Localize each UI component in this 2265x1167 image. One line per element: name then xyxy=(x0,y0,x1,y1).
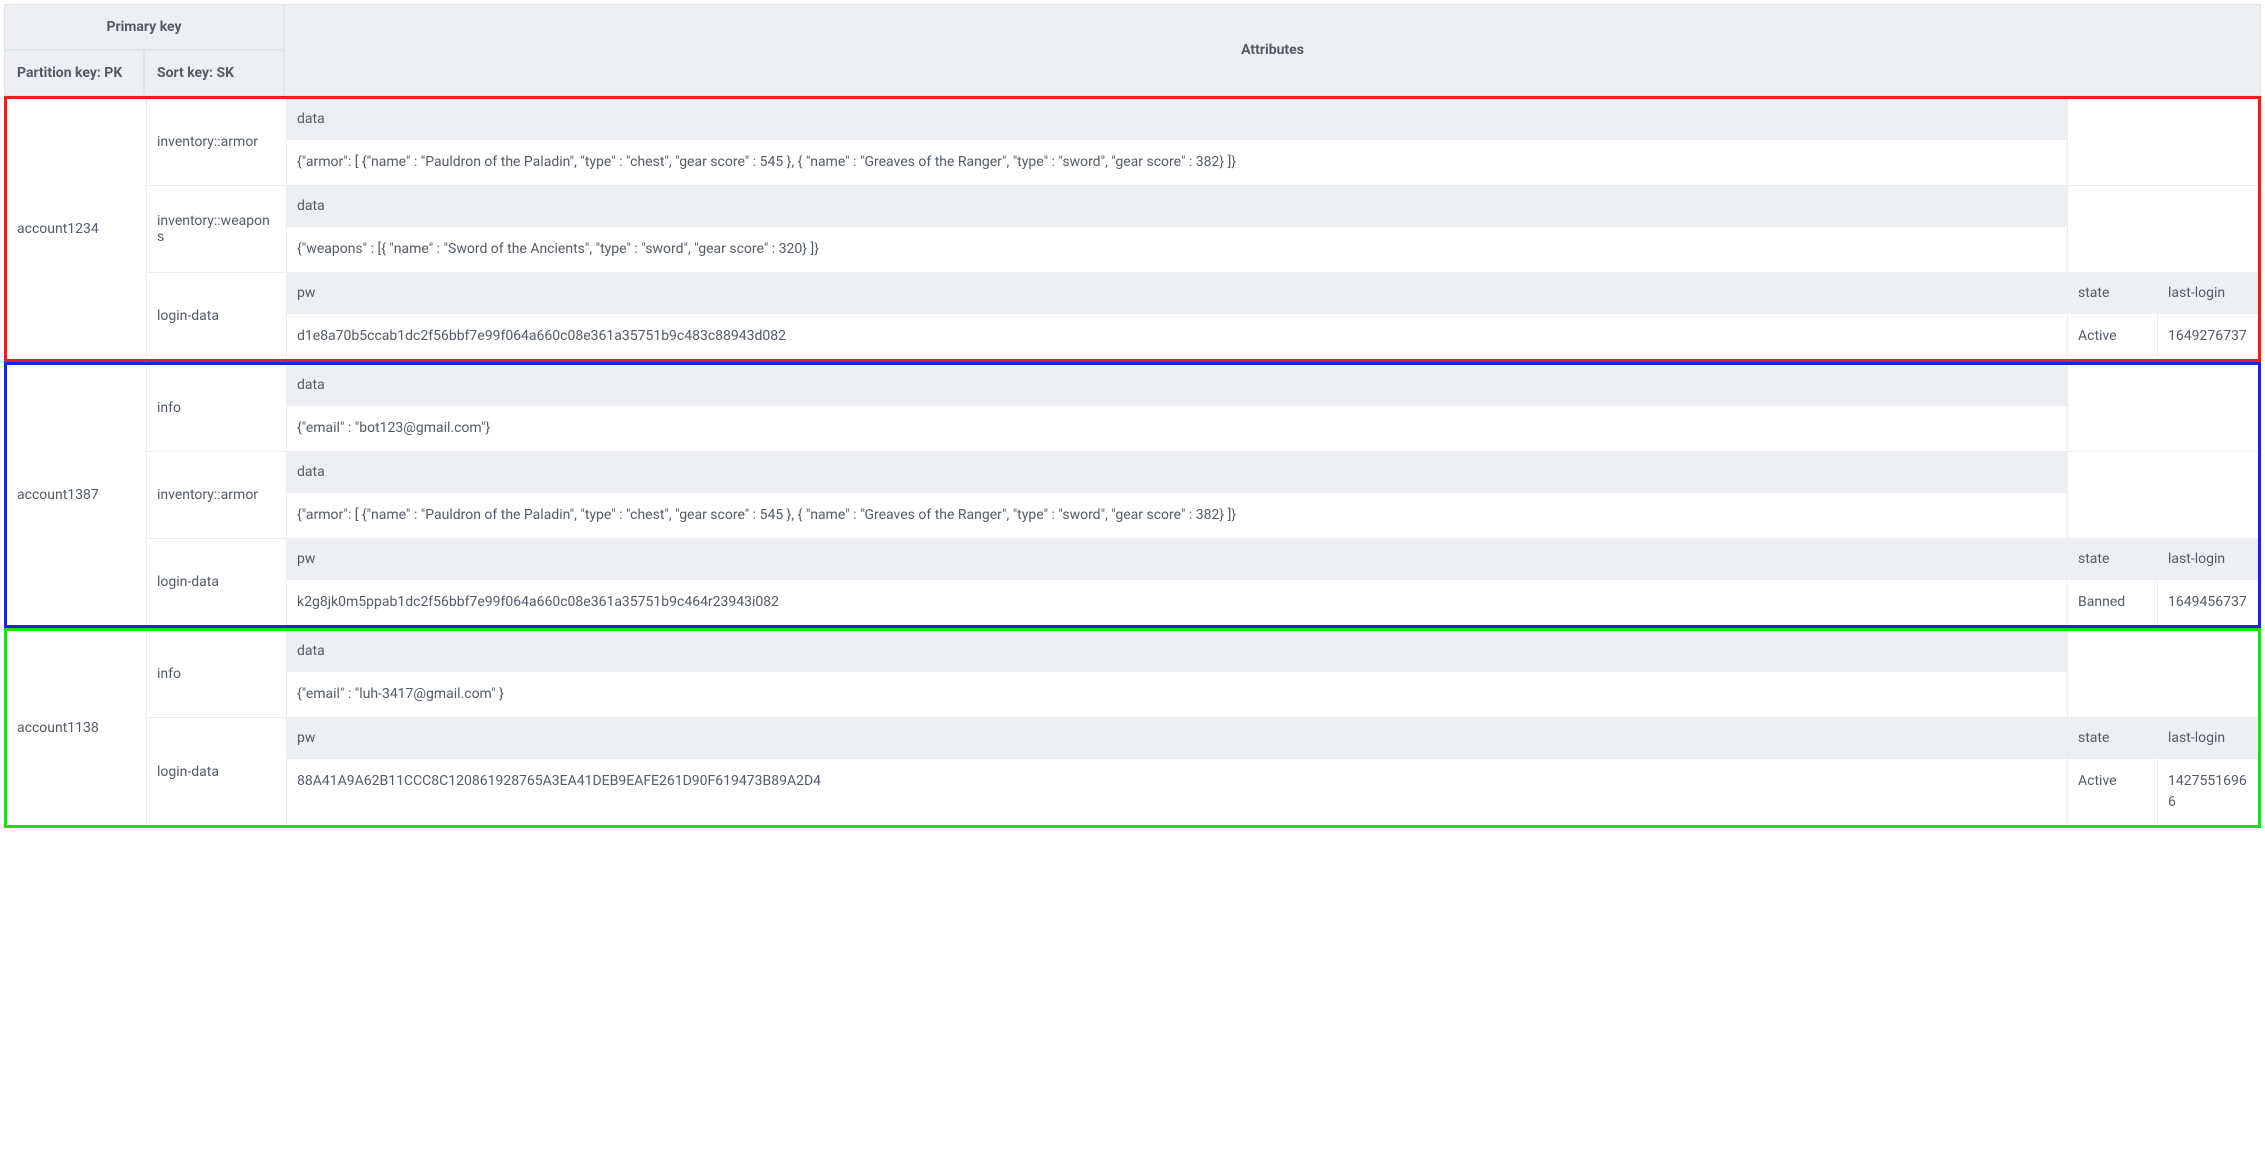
attributes-wrapper: data{"armor": [ {"name" : "Pauldron of t… xyxy=(287,99,2258,185)
attributes-wrapper: pwk2g8jk0m5ppab1dc2f56bbf7e99f064a660c08… xyxy=(287,539,2258,625)
rows-container: inventory::armordata{"armor": [ {"name" … xyxy=(147,99,2258,359)
attribute-value: {"armor": [ {"name" : "Pauldron of the P… xyxy=(287,493,2067,538)
sort-key-cell: inventory::armor xyxy=(147,99,287,185)
attribute-value: 14275516966 xyxy=(2158,759,2258,825)
attribute-column: stateBanned xyxy=(2068,539,2158,625)
attribute-column: data{"armor": [ {"name" : "Pauldron of t… xyxy=(287,99,2068,185)
attribute-value: Banned xyxy=(2068,580,2157,625)
attribute-name: last-login xyxy=(2158,718,2258,759)
attribute-name: pw xyxy=(287,718,2067,759)
attributes-header: Attributes xyxy=(284,4,2261,96)
dynamodb-table: Primary key Partition key: PK Sort key: … xyxy=(4,4,2261,828)
primary-key-sub-headers: Partition key: PK Sort key: SK xyxy=(4,50,284,96)
attribute-column: data{"armor": [ {"name" : "Pauldron of t… xyxy=(287,452,2068,538)
table-row: login-datapwk2g8jk0m5ppab1dc2f56bbf7e99f… xyxy=(147,539,2258,625)
rows-container: infodata{"email" : "luh-3417@gmail.com" … xyxy=(147,631,2258,825)
account-group: account1234inventory::armordata{"armor":… xyxy=(4,96,2261,362)
attribute-column: stateActive xyxy=(2068,273,2158,359)
attribute-value: Active xyxy=(2068,759,2157,825)
attribute-value: k2g8jk0m5ppab1dc2f56bbf7e99f064a660c08e3… xyxy=(287,580,2067,625)
table-row: login-datapwd1e8a70b5ccab1dc2f56bbf7e99f… xyxy=(147,273,2258,359)
attribute-column: data{"email" : "bot123@gmail.com"} xyxy=(287,365,2068,451)
attribute-column: pw88A41A9A62B11CCC8C120861928765A3EA41DE… xyxy=(287,718,2068,825)
attributes-wrapper: data{"email" : "bot123@gmail.com"} xyxy=(287,365,2258,451)
empty-attribute-space xyxy=(2068,631,2258,717)
attribute-name: data xyxy=(287,365,2067,406)
partition-key-cell: account1234 xyxy=(7,99,147,359)
sort-key-cell: info xyxy=(147,365,287,451)
attribute-value: 1649456737 xyxy=(2158,580,2258,625)
attributes-wrapper: pwd1e8a70b5ccab1dc2f56bbf7e99f064a660c08… xyxy=(287,273,2258,359)
table-row: login-datapw88A41A9A62B11CCC8C1208619287… xyxy=(147,718,2258,825)
rows-container: infodata{"email" : "bot123@gmail.com"}in… xyxy=(147,365,2258,625)
sort-key-cell: info xyxy=(147,631,287,717)
sort-key-cell: login-data xyxy=(147,539,287,625)
account-group: account1387infodata{"email" : "bot123@gm… xyxy=(4,362,2261,628)
attribute-column: stateActive xyxy=(2068,718,2158,825)
table-row: inventory::armordata{"armor": [ {"name" … xyxy=(147,99,2258,186)
attribute-name: state xyxy=(2068,539,2157,580)
attribute-name: data xyxy=(287,186,2067,227)
table-row: inventory::weaponsdata{"weapons" : [{ "n… xyxy=(147,186,2258,273)
attribute-column: last-login1649276737 xyxy=(2158,273,2258,359)
attribute-column: data{"email" : "luh-3417@gmail.com" } xyxy=(287,631,2068,717)
table-row: infodata{"email" : "luh-3417@gmail.com" … xyxy=(147,631,2258,718)
attribute-column: data{"weapons" : [{ "name" : "Sword of t… xyxy=(287,186,2068,272)
attribute-value: {"armor": [ {"name" : "Pauldron of the P… xyxy=(287,140,2067,185)
empty-attribute-space xyxy=(2068,365,2258,451)
attribute-name: data xyxy=(287,99,2067,140)
attribute-column: pwd1e8a70b5ccab1dc2f56bbf7e99f064a660c08… xyxy=(287,273,2068,359)
sort-key-cell: login-data xyxy=(147,273,287,359)
primary-key-header: Primary key xyxy=(4,4,284,50)
attribute-value: {"email" : "bot123@gmail.com"} xyxy=(287,406,2067,451)
attribute-value: 1649276737 xyxy=(2158,314,2258,359)
attributes-wrapper: data{"weapons" : [{ "name" : "Sword of t… xyxy=(287,186,2258,272)
attributes-wrapper: data{"email" : "luh-3417@gmail.com" } xyxy=(287,631,2258,717)
primary-key-header-group: Primary key Partition key: PK Sort key: … xyxy=(4,4,284,96)
attribute-column: pwk2g8jk0m5ppab1dc2f56bbf7e99f064a660c08… xyxy=(287,539,2068,625)
attribute-name: data xyxy=(287,452,2067,493)
attribute-value: 88A41A9A62B11CCC8C120861928765A3EA41DEB9… xyxy=(287,759,2067,825)
table-row: infodata{"email" : "bot123@gmail.com"} xyxy=(147,365,2258,452)
attribute-value: d1e8a70b5ccab1dc2f56bbf7e99f064a660c08e3… xyxy=(287,314,2067,359)
empty-attribute-space xyxy=(2068,452,2258,538)
attribute-name: last-login xyxy=(2158,273,2258,314)
attribute-name: pw xyxy=(287,539,2067,580)
attributes-wrapper: data{"armor": [ {"name" : "Pauldron of t… xyxy=(287,452,2258,538)
attribute-name: state xyxy=(2068,718,2157,759)
attribute-name: data xyxy=(287,631,2067,672)
attribute-value: {"email" : "luh-3417@gmail.com" } xyxy=(287,672,2067,717)
account-group: account1138infodata{"email" : "luh-3417@… xyxy=(4,628,2261,828)
sort-key-cell: login-data xyxy=(147,718,287,825)
empty-attribute-space xyxy=(2068,186,2258,272)
partition-key-cell: account1387 xyxy=(7,365,147,625)
table-header: Primary key Partition key: PK Sort key: … xyxy=(4,4,2261,96)
partition-key-cell: account1138 xyxy=(7,631,147,825)
attribute-name: last-login xyxy=(2158,539,2258,580)
attribute-value: {"weapons" : [{ "name" : "Sword of the A… xyxy=(287,227,2067,272)
table-row: inventory::armordata{"armor": [ {"name" … xyxy=(147,452,2258,539)
attribute-name: pw xyxy=(287,273,2067,314)
empty-attribute-space xyxy=(2068,99,2258,185)
attribute-name: state xyxy=(2068,273,2157,314)
attributes-wrapper: pw88A41A9A62B11CCC8C120861928765A3EA41DE… xyxy=(287,718,2258,825)
attribute-value: Active xyxy=(2068,314,2157,359)
attribute-column: last-login1649456737 xyxy=(2158,539,2258,625)
sort-key-header: Sort key: SK xyxy=(144,50,284,96)
partition-key-header: Partition key: PK xyxy=(4,50,144,96)
attribute-column: last-login14275516966 xyxy=(2158,718,2258,825)
sort-key-cell: inventory::weapons xyxy=(147,186,287,272)
sort-key-cell: inventory::armor xyxy=(147,452,287,538)
